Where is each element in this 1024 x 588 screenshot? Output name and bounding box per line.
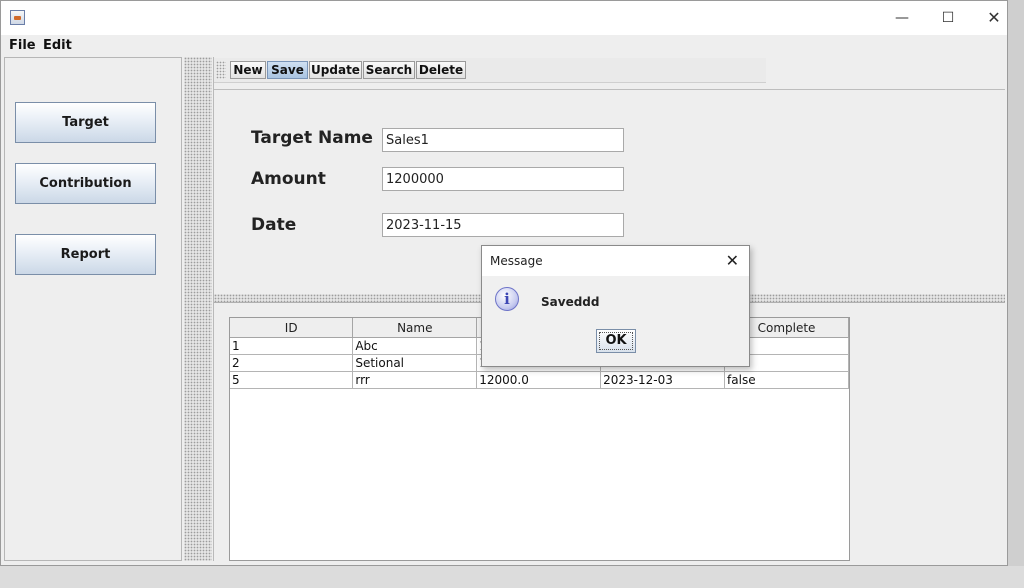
table-cell[interactable]: 2023-12-03 (600, 371, 726, 389)
table-cell[interactable]: false (724, 371, 849, 389)
table-cell[interactable]: 2 (230, 354, 354, 372)
table-cell[interactable]: 1 (230, 337, 354, 355)
toolbar-grip[interactable] (216, 61, 226, 79)
table-cell[interactable]: rrr (352, 371, 478, 389)
table-cell[interactable]: 12000.0 (476, 371, 602, 389)
ok-button[interactable]: OK (596, 329, 636, 353)
menu-edit[interactable]: Edit (43, 38, 72, 53)
column-header-id[interactable]: ID (230, 318, 354, 338)
target-name-input[interactable] (382, 128, 624, 152)
table-cell[interactable]: Setional (352, 354, 478, 372)
amount-input[interactable] (382, 167, 624, 191)
update-button[interactable]: Update (309, 61, 362, 79)
new-button[interactable]: New (230, 61, 266, 79)
table-cell[interactable]: Abc (352, 337, 478, 355)
delete-button[interactable]: Delete (416, 61, 466, 79)
contribution-button[interactable]: Contribution (15, 163, 156, 204)
maximize-icon[interactable]: ☐ (925, 1, 971, 35)
table-cell[interactable]: 5 (230, 371, 354, 389)
date-label: Date (251, 215, 297, 235)
target-button[interactable]: Target (15, 102, 156, 143)
save-button[interactable]: Save (267, 61, 308, 79)
target-name-label: Target Name (251, 128, 373, 148)
toolbar: New Save Update Search Delete (214, 58, 766, 83)
dialog-title-bar: Message ✕ (482, 246, 749, 276)
message-dialog: Message ✕ i Saveddd OK (481, 245, 750, 367)
dialog-message: Saveddd (541, 295, 600, 309)
title-bar: — ☐ ✕ (1, 1, 1007, 35)
close-icon[interactable]: ✕ (726, 251, 739, 270)
amount-label: Amount (251, 169, 326, 189)
report-button[interactable]: Report (15, 234, 156, 275)
navigation-panel: Target Contribution Report (4, 57, 182, 561)
search-button[interactable]: Search (363, 61, 415, 79)
bottom-strip (0, 566, 1024, 588)
column-header-name[interactable]: Name (352, 318, 478, 338)
date-input[interactable] (382, 213, 624, 237)
information-icon: i (495, 287, 519, 311)
dialog-title: Message (490, 254, 543, 268)
java-app-icon (10, 10, 25, 25)
close-icon[interactable]: ✕ (971, 1, 1017, 35)
minimize-icon[interactable]: — (879, 1, 925, 35)
table-row[interactable]: 5 rrr 12000.0 2023-12-03 false (230, 371, 849, 389)
menu-bar: File Edit (1, 35, 1007, 57)
menu-file[interactable]: File (9, 38, 36, 53)
vertical-split-divider[interactable] (184, 57, 212, 561)
